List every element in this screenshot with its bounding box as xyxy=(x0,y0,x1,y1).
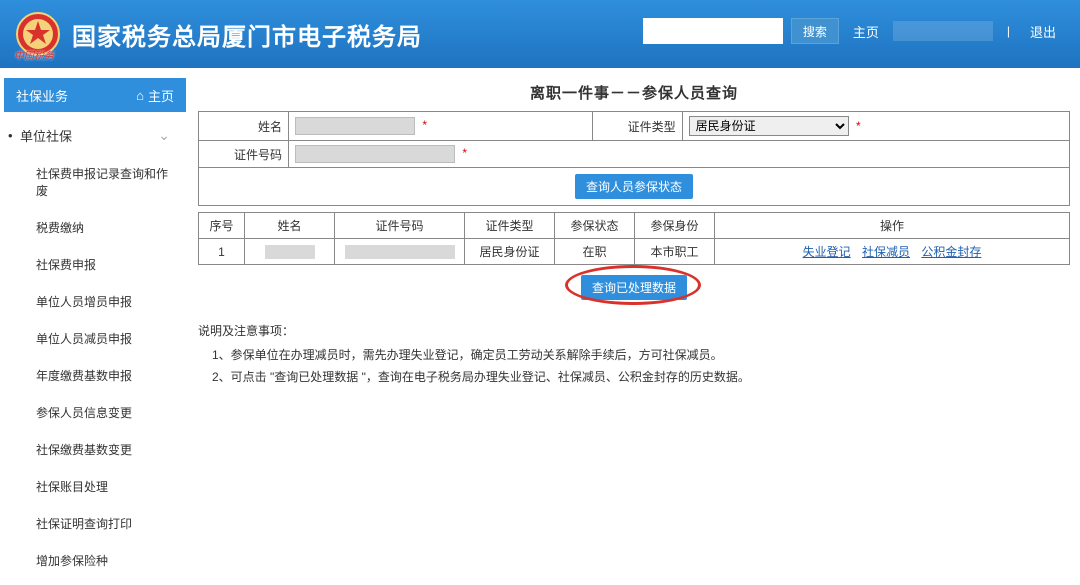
name-input[interactable] xyxy=(295,117,415,135)
app-header: 中国税务 国家税务总局厦门市电子税务局 搜索 主页 | 退出 xyxy=(0,0,1080,68)
app-logo: 中国税务 xyxy=(16,12,60,56)
col-identity: 参保身份 xyxy=(635,213,715,239)
user-display xyxy=(893,21,993,41)
cell-idtype: 居民身份证 xyxy=(465,239,555,265)
logo-subtitle: 中国税务 xyxy=(14,47,54,62)
page-title: 离职一件事－－参保人员查询 xyxy=(198,82,1070,103)
sidebar-header: 社保业务 ⌂ 主页 xyxy=(4,78,186,112)
op-unemploy-reg[interactable]: 失业登记 xyxy=(803,245,851,259)
separator: | xyxy=(1007,24,1010,38)
search-input[interactable] xyxy=(643,18,783,44)
home-icon: ⌂ xyxy=(136,88,144,103)
sidebar-item[interactable]: 年度缴费基数申报 xyxy=(0,357,190,394)
sidebar-item[interactable]: 社保费申报记录查询和作废 xyxy=(0,155,190,209)
sidebar-item[interactable]: 税费缴纳 xyxy=(0,209,190,246)
required-mark: * xyxy=(856,119,861,133)
sidebar-home-label: 主页 xyxy=(148,86,174,105)
chevron-down-icon: ⌄ xyxy=(158,127,170,144)
sidebar-parent-label: 单位社保 xyxy=(20,126,72,145)
col-status: 参保状态 xyxy=(555,213,635,239)
sidebar-item[interactable]: 社保费申报 xyxy=(0,246,190,283)
required-mark: * xyxy=(462,146,467,160)
sidebar-item[interactable]: 单位人员减员申报 xyxy=(0,320,190,357)
cell-name xyxy=(245,239,335,265)
result-table: 序号 姓名 证件号码 证件类型 参保状态 参保身份 操作 1 居民身份证 在职 … xyxy=(198,212,1070,265)
sidebar: 社保业务 ⌂ 主页 单位社保 ⌄ 社保费申报记录查询和作废 税费缴纳 社保费申报… xyxy=(0,68,190,585)
sidebar-item[interactable]: 单位人员增员申报 xyxy=(0,283,190,320)
cell-identity: 本市职工 xyxy=(635,239,715,265)
notes-title: 说明及注意事项： xyxy=(198,320,1070,342)
search-button[interactable]: 搜索 xyxy=(791,18,839,44)
col-seq: 序号 xyxy=(199,213,245,239)
col-idtype: 证件类型 xyxy=(465,213,555,239)
cell-idno xyxy=(335,239,465,265)
query-processed-row: 查询已处理数据 xyxy=(198,275,1070,300)
op-ss-reduce[interactable]: 社保减员 xyxy=(862,245,910,259)
sidebar-home-link[interactable]: ⌂ 主页 xyxy=(136,86,174,105)
cell-ops: 失业登记 社保减员 公积金封存 xyxy=(715,239,1070,265)
required-mark: * xyxy=(422,118,427,132)
query-form: 姓名 * 证件类型 居民身份证 * 证件号码 * xyxy=(198,111,1070,168)
query-status-row: 查询人员参保状态 xyxy=(198,168,1070,206)
idno-input[interactable] xyxy=(295,145,455,163)
sidebar-item[interactable]: 社保缴费基数变更 xyxy=(0,431,190,468)
sidebar-title: 社保业务 xyxy=(16,86,68,105)
table-row: 1 居民身份证 在职 本市职工 失业登记 社保减员 公积金封存 xyxy=(199,239,1070,265)
sidebar-item[interactable]: 参保人员信息变更 xyxy=(0,394,190,431)
header-right: 搜索 主页 | 退出 xyxy=(643,18,1062,44)
idtype-select[interactable]: 居民身份证 xyxy=(689,116,849,136)
col-idno: 证件号码 xyxy=(335,213,465,239)
idtype-label: 证件类型 xyxy=(592,112,682,141)
app-title: 国家税务总局厦门市电子税务局 xyxy=(72,17,422,52)
sidebar-item[interactable]: 社保账目处理 xyxy=(0,468,190,505)
name-label: 姓名 xyxy=(199,112,289,141)
idno-label: 证件号码 xyxy=(199,141,289,168)
sidebar-item-unit-social[interactable]: 单位社保 ⌄ xyxy=(0,116,190,155)
notes-section: 说明及注意事项： 1、参保单位在办理减员时，需先办理失业登记，确定员工劳动关系解… xyxy=(198,320,1070,388)
query-status-button[interactable]: 查询人员参保状态 xyxy=(575,174,693,199)
col-name: 姓名 xyxy=(245,213,335,239)
logout-link[interactable]: 退出 xyxy=(1030,22,1056,41)
note-item: 2、可点击 "查询已处理数据 "，查询在电子税务局办理失业登记、社保减员、公积金… xyxy=(212,366,1070,388)
sidebar-item[interactable]: 社保证明查询打印 xyxy=(0,505,190,542)
note-item: 1、参保单位在办理减员时，需先办理失业登记，确定员工劳动关系解除手续后，方可社保… xyxy=(212,344,1070,366)
content-area: 离职一件事－－参保人员查询 姓名 * 证件类型 居民身份证 * 证件号码 xyxy=(190,68,1080,585)
query-processed-button[interactable]: 查询已处理数据 xyxy=(581,275,687,300)
home-link[interactable]: 主页 xyxy=(853,22,879,41)
col-ops: 操作 xyxy=(715,213,1070,239)
cell-status: 在职 xyxy=(555,239,635,265)
op-fund-seal[interactable]: 公积金封存 xyxy=(921,245,981,259)
cell-seq: 1 xyxy=(199,239,245,265)
sidebar-item[interactable]: 增加参保险种 xyxy=(0,542,190,579)
